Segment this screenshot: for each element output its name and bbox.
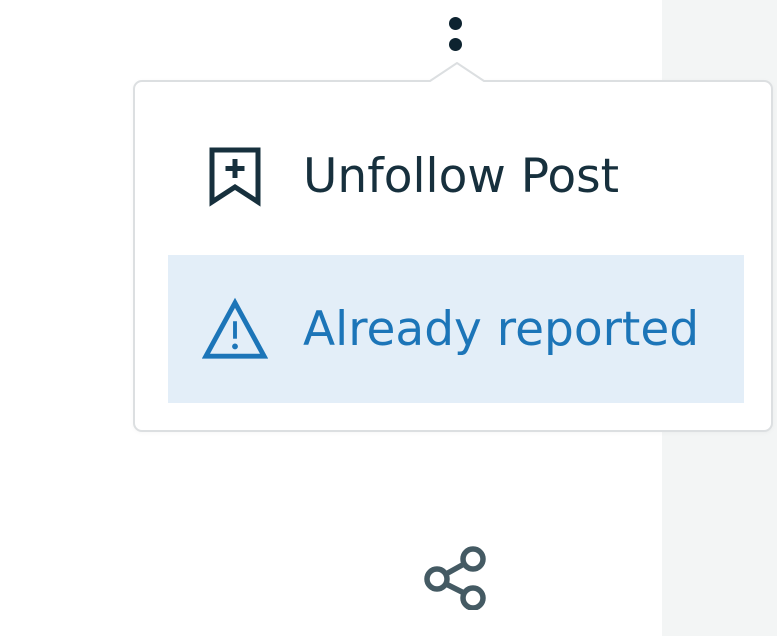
menu-item-label: Already reported xyxy=(303,301,700,357)
menu-item-already-reported[interactable]: Already reported xyxy=(168,255,744,403)
bookmark-plus-icon xyxy=(202,143,268,209)
menu-item-label: Unfollow Post xyxy=(303,148,620,204)
more-vertical-icon xyxy=(448,17,462,30)
more-vertical-icon-dot xyxy=(448,38,462,51)
more-options-button[interactable] xyxy=(432,4,478,64)
share-icon xyxy=(420,546,490,614)
share-button[interactable] xyxy=(418,545,492,615)
post-options-popover: Unfollow Post Already reported xyxy=(133,62,773,432)
menu-item-unfollow-post[interactable]: Unfollow Post xyxy=(168,102,744,250)
warning-triangle-icon xyxy=(202,296,268,362)
